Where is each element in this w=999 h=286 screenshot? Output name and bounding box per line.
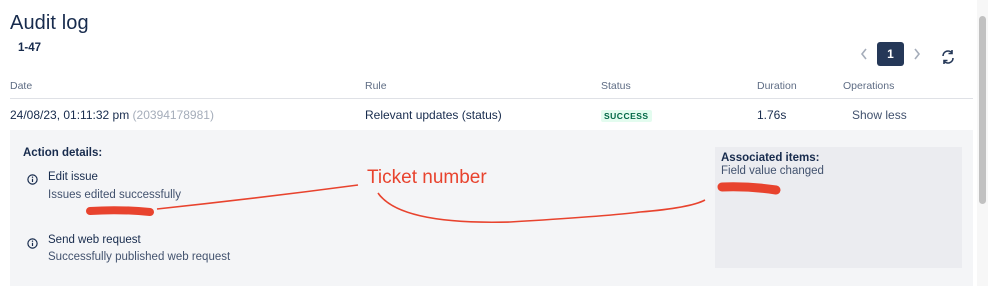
chevron-right-icon[interactable] bbox=[907, 42, 927, 66]
row-duration: 1.76s bbox=[757, 108, 787, 122]
associated-items-subtitle: Field value changed bbox=[721, 165, 824, 177]
action-item-title: Send web request bbox=[48, 234, 141, 246]
info-icon bbox=[27, 236, 38, 249]
column-header-rule: Rule bbox=[365, 80, 387, 92]
associated-items-title: Associated items: bbox=[721, 152, 820, 164]
execution-id: (20394178981) bbox=[132, 108, 214, 122]
refresh-icon[interactable] bbox=[940, 49, 956, 65]
pagination: 1 bbox=[854, 42, 927, 66]
row-date: 24/08/23, 01:11:32 pm (20394178981) bbox=[10, 108, 214, 122]
show-less-button[interactable]: Show less bbox=[852, 108, 907, 122]
action-item-subtitle: Issues edited successfully bbox=[48, 189, 181, 201]
column-header-duration: Duration bbox=[757, 80, 797, 92]
annotation-label: Ticket number bbox=[367, 167, 487, 188]
info-icon bbox=[27, 172, 38, 185]
column-header-status: Status bbox=[601, 80, 631, 92]
page-title: Audit log bbox=[10, 12, 89, 34]
header-divider bbox=[10, 98, 973, 99]
page-1-button[interactable]: 1 bbox=[877, 42, 904, 66]
row-date-value: 24/08/23, 01:11:32 pm bbox=[10, 108, 130, 122]
chevron-left-icon[interactable] bbox=[854, 42, 874, 66]
action-item-title: Edit issue bbox=[48, 171, 98, 183]
column-header-operations: Operations bbox=[843, 80, 895, 92]
status-badge: SUCCESS bbox=[601, 110, 652, 122]
scrollbar-thumb[interactable] bbox=[979, 16, 986, 204]
row-rule: Relevant updates (status) bbox=[365, 108, 502, 122]
column-header-date: Date bbox=[10, 80, 33, 92]
action-item-subtitle: Successfully published web request bbox=[48, 251, 231, 263]
action-details-title: Action details: bbox=[23, 147, 103, 159]
result-range: 1-47 bbox=[18, 42, 42, 54]
